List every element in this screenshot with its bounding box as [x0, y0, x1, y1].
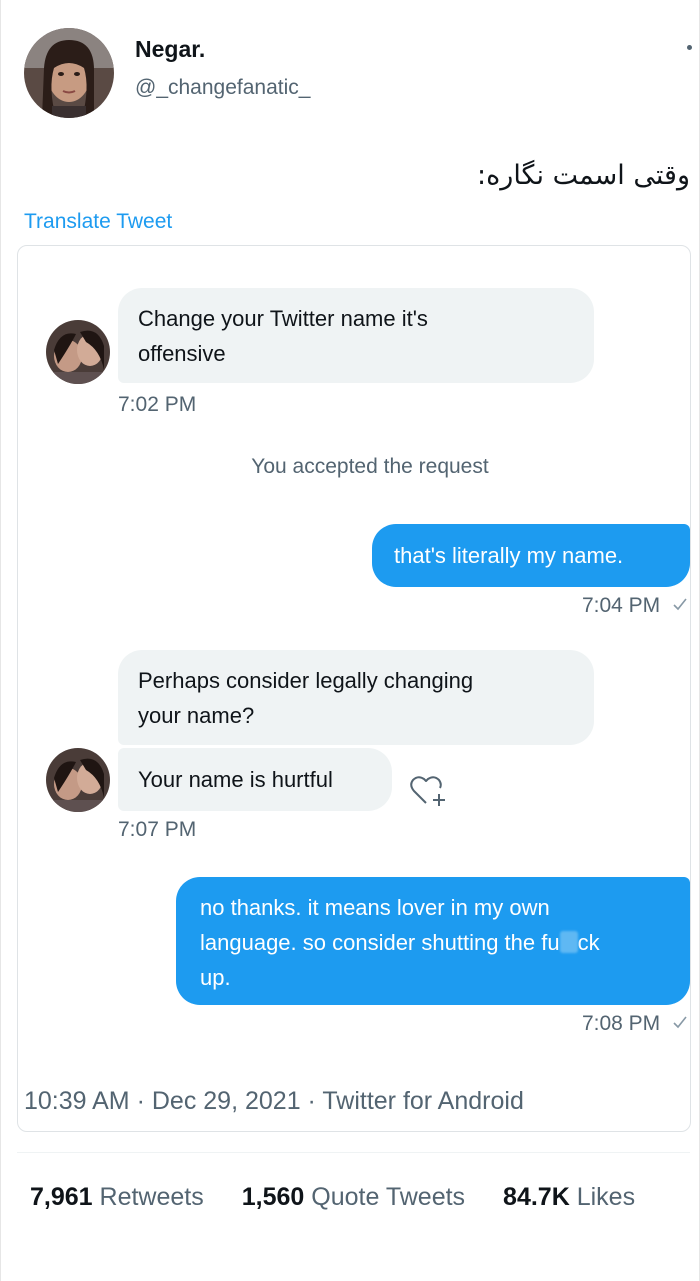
system-message: You accepted the request — [251, 455, 489, 478]
author-handle[interactable]: @_changefanatic_ — [135, 76, 310, 100]
retweets-stat[interactable]: 7,961 Retweets — [30, 1183, 204, 1212]
add-reaction-icon[interactable] — [409, 773, 449, 809]
quote-tweets-count: 1,560 — [241, 1183, 305, 1211]
message-timestamp: 7:07 PM — [118, 818, 197, 841]
message-timestamp: 7:04 PM — [581, 594, 661, 617]
tweet-stats: 7,961 Retweets 1,560 Quote Tweets 84.7K Li… — [30, 1183, 692, 1212]
translate-tweet-link[interactable]: Translate Tweet — [24, 210, 172, 234]
author-display-name[interactable]: Negar. — [135, 36, 205, 63]
message-text: offensive — [138, 341, 226, 366]
quote-tweets-stat[interactable]: 1,560 Quote Tweets — [242, 1183, 465, 1212]
retweets-count: 7,961 — [30, 1183, 93, 1211]
likes-count: 84.7K — [503, 1183, 570, 1211]
message-text-line: language. so consider shutting the fu ck — [200, 925, 668, 960]
message-text: that's literally my name. — [394, 543, 624, 568]
message-text: your name? — [138, 703, 255, 728]
message-text: Change your Twitter name it's — [138, 306, 428, 331]
message-text: up. — [200, 965, 231, 990]
message-timestamp-row: 7:08 PM — [420, 1012, 688, 1036]
likes-label: Likes — [576, 1183, 636, 1211]
author-avatar[interactable] — [24, 28, 114, 118]
message-text: language. so consider shutting the fu — [200, 930, 560, 955]
sent-check-icon — [672, 1012, 688, 1036]
message-timestamp-row: 7:04 PM — [420, 594, 688, 618]
sender-avatar — [46, 748, 110, 812]
message-timestamp: 7:08 PM — [581, 1012, 661, 1035]
message-bubble-incoming[interactable]: Your name is hurtful — [118, 748, 392, 811]
sent-check-icon — [672, 594, 688, 618]
message-bubble-outgoing[interactable]: that's literally my name. — [372, 524, 690, 587]
tweet-time[interactable]: 10:39 AM — [24, 1087, 130, 1115]
message-bubble-outgoing[interactable]: no thanks. it means lover in my own lang… — [176, 877, 690, 1005]
tweet-date[interactable]: Dec 29, 2021 — [152, 1087, 301, 1115]
quote-tweets-label: Quote Tweets — [311, 1183, 466, 1211]
meta-separator: · — [136, 1087, 145, 1115]
message-bubble-incoming[interactable]: Change your Twitter name it's offensive — [118, 288, 594, 383]
censor-blur — [559, 931, 578, 953]
divider — [17, 1152, 690, 1153]
message-timestamp: 7:02 PM — [118, 393, 197, 416]
tweet-text: وقتی اسمت نگاره: — [477, 160, 690, 191]
more-dot-icon[interactable] — [687, 45, 692, 50]
tweet-meta: 10:39 AM · Dec 29, 2021 · Twitter for An… — [24, 1087, 524, 1116]
retweets-label: Retweets — [99, 1183, 204, 1211]
likes-stat[interactable]: 84.7K Likes — [503, 1183, 635, 1212]
message-text: ck — [577, 930, 600, 955]
tweet-source[interactable]: Twitter for Android — [322, 1087, 523, 1115]
message-text: no thanks. it means lover in my own — [200, 895, 550, 920]
meta-separator: · — [307, 1087, 316, 1115]
sender-avatar — [46, 320, 110, 384]
message-bubble-incoming[interactable]: Perhaps consider legally changing your n… — [118, 650, 594, 745]
message-text: Perhaps consider legally changing — [138, 668, 474, 693]
message-text: Your name is hurtful — [138, 767, 333, 792]
